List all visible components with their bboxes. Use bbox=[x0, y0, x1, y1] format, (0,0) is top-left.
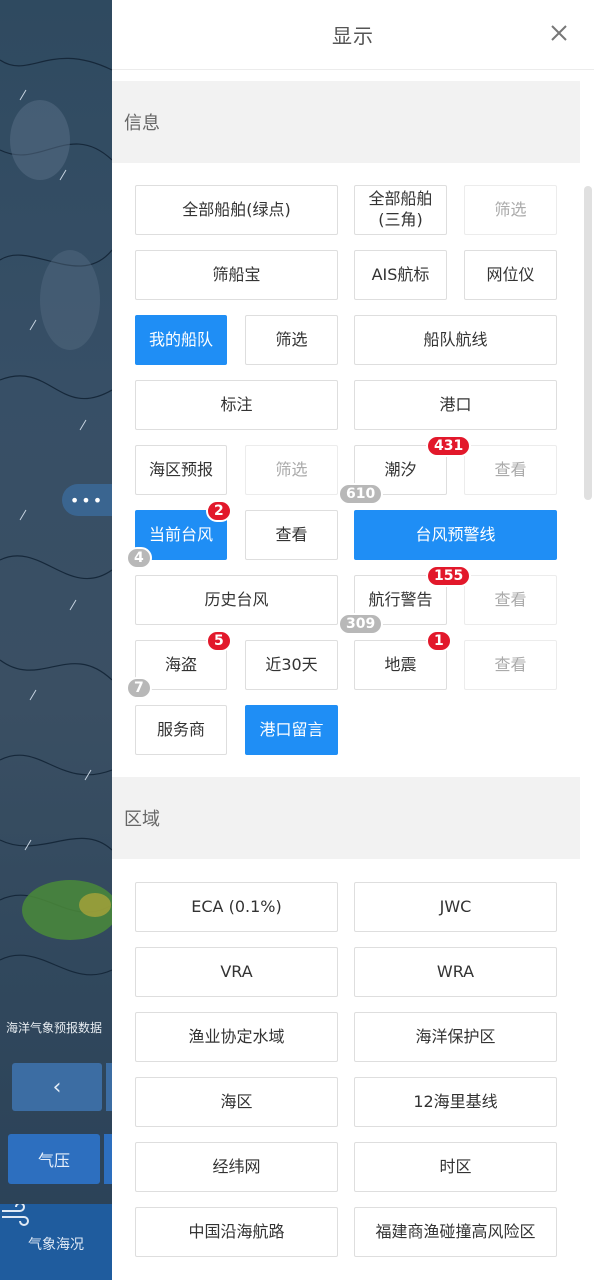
close-icon[interactable] bbox=[548, 22, 570, 44]
section-area: 区域 bbox=[112, 777, 580, 859]
view-button-4[interactable]: 查看 bbox=[464, 640, 557, 690]
typhoon-gray-badge: 4 bbox=[126, 547, 152, 569]
pirate-count-badge: 5 bbox=[206, 630, 232, 652]
vra-button[interactable]: VRA bbox=[135, 947, 338, 997]
wra-button[interactable]: WRA bbox=[354, 947, 557, 997]
sea-forecast-button[interactable]: 海区预报 bbox=[135, 445, 227, 495]
section-title-area: 区域 bbox=[124, 809, 160, 830]
wind-icon bbox=[2, 1204, 29, 1226]
tab-label: 气象海况 bbox=[28, 1237, 84, 1253]
view-button-3[interactable]: 查看 bbox=[464, 575, 557, 625]
typhoon-warning-line-button[interactable]: 台风预警线 bbox=[354, 510, 557, 560]
panel-scrollbar[interactable] bbox=[584, 186, 592, 500]
tab-weather-sea[interactable]: 气象海况 bbox=[0, 1204, 112, 1280]
graticule-button[interactable]: 经纬网 bbox=[135, 1142, 338, 1192]
jwc-button[interactable]: JWC bbox=[354, 882, 557, 932]
all-ships-triangle-button[interactable]: 全部船舶 (三角) bbox=[354, 185, 447, 235]
panel-title: 显示 bbox=[332, 24, 374, 48]
sea-area-button[interactable]: 海区 bbox=[135, 1077, 338, 1127]
timezone-button[interactable]: 时区 bbox=[354, 1142, 557, 1192]
last-30-days-button[interactable]: 近30天 bbox=[245, 640, 338, 690]
panel-header: 显示 bbox=[112, 0, 594, 70]
view-button-1[interactable]: 查看 bbox=[464, 445, 557, 495]
view-button-2[interactable]: 查看 bbox=[245, 510, 338, 560]
filter-button-2[interactable]: 筛选 bbox=[245, 315, 338, 365]
service-provider-button[interactable]: 服务商 bbox=[135, 705, 227, 755]
nav-warning-gray-badge: 309 bbox=[338, 613, 384, 635]
area-grid: ECA (0.1%) JWC VRA WRA 渔业协定水域 海洋保护区 海区 1… bbox=[112, 859, 594, 1280]
display-panel: 显示 信息 全部船舶(绿点) 全部船舶 (三角) 筛选 筛船宝 AIS航标 网位… bbox=[112, 0, 594, 1280]
fujian-risk-area-button[interactable]: 福建商渔碰撞高风险区 bbox=[354, 1207, 557, 1257]
fleet-route-button[interactable]: 船队航线 bbox=[354, 315, 557, 365]
section-info: 信息 bbox=[112, 81, 580, 163]
fishery-agreement-button[interactable]: 渔业协定水域 bbox=[135, 1012, 338, 1062]
back-button[interactable]: ‹ bbox=[12, 1063, 102, 1111]
tide-count-badge: 431 bbox=[426, 435, 472, 457]
filter-button-1[interactable]: 筛选 bbox=[464, 185, 557, 235]
port-button[interactable]: 港口 bbox=[354, 380, 557, 430]
typhoon-count-badge: 2 bbox=[206, 500, 232, 522]
ais-beacon-button[interactable]: AIS航标 bbox=[354, 250, 447, 300]
pressure-button[interactable]: 气压 bbox=[8, 1134, 100, 1184]
info-grid: 全部船舶(绿点) 全部船舶 (三角) 筛选 筛船宝 AIS航标 网位仪 我的船队… bbox=[112, 163, 594, 777]
layer-button-edge[interactable] bbox=[104, 1134, 112, 1184]
history-typhoon-button[interactable]: 历史台风 bbox=[135, 575, 338, 625]
nav-warning-count-badge: 155 bbox=[426, 565, 472, 587]
china-coastal-route-button[interactable]: 中国沿海航路 bbox=[135, 1207, 338, 1257]
my-fleet-button[interactable]: 我的船队 bbox=[135, 315, 227, 365]
all-ships-dot-button[interactable]: 全部船舶(绿点) bbox=[135, 185, 338, 235]
forecast-note: 海洋气象预报数据 bbox=[6, 1021, 103, 1035]
marine-protected-area-button[interactable]: 海洋保护区 bbox=[354, 1012, 557, 1062]
tide-gray-badge: 610 bbox=[338, 483, 384, 505]
port-message-button[interactable]: 港口留言 bbox=[245, 705, 338, 755]
shaichuanbao-button[interactable]: 筛船宝 bbox=[135, 250, 338, 300]
section-title-info: 信息 bbox=[124, 113, 160, 134]
filter-button-3[interactable]: 筛选 bbox=[245, 445, 338, 495]
pirate-gray-badge: 7 bbox=[126, 677, 152, 699]
net-locator-button[interactable]: 网位仪 bbox=[464, 250, 557, 300]
annotation-button[interactable]: 标注 bbox=[135, 380, 338, 430]
baseline-12nm-button[interactable]: 12海里基线 bbox=[354, 1077, 557, 1127]
eca-button[interactable]: ECA (0.1%) bbox=[135, 882, 338, 932]
map-background[interactable]: ••• 海洋气象预报数据 ‹ 气压 气象海况 bbox=[0, 0, 112, 1280]
more-dots-button[interactable]: ••• bbox=[62, 484, 112, 516]
earthquake-count-badge: 1 bbox=[426, 630, 452, 652]
